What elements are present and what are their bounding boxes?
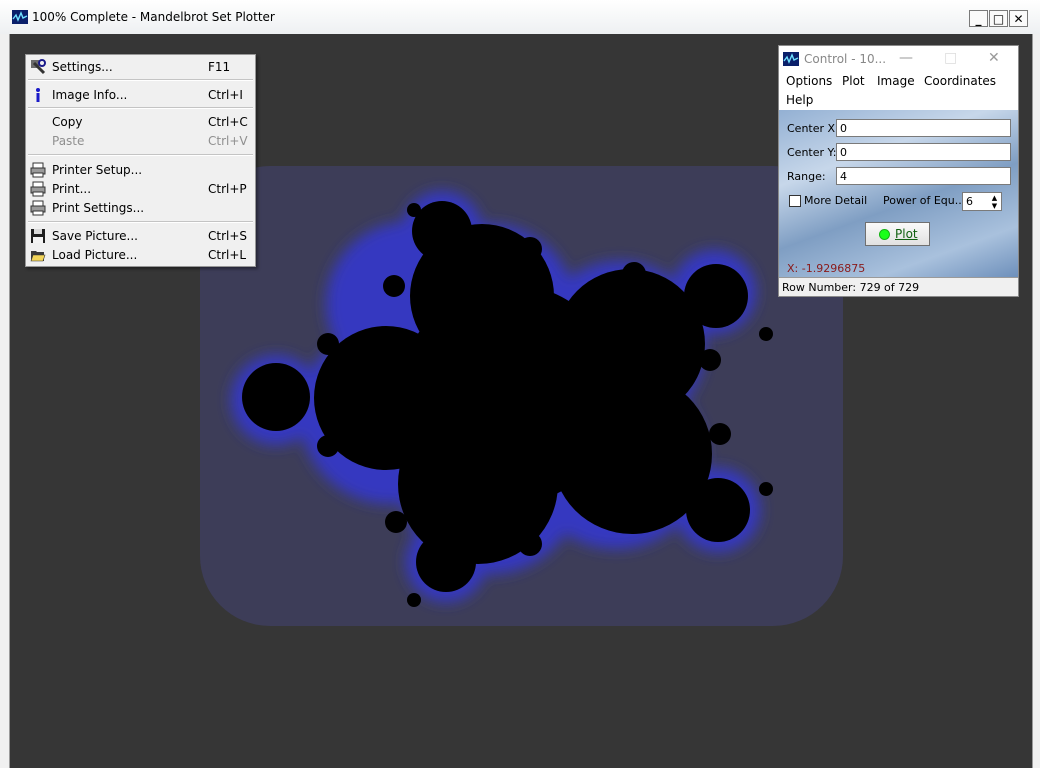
menu-item-printer-setup[interactable]: Printer Setup...: [26, 161, 255, 179]
close-button[interactable]: ✕: [1009, 10, 1028, 27]
window-frame-left: [0, 34, 9, 768]
menu-item-settings[interactable]: Settings... F11: [26, 58, 255, 76]
status-bar: Row Number: 729 of 729: [779, 277, 1018, 296]
menu-item-label: Settings...: [52, 60, 113, 74]
settings-wrench-icon: [31, 59, 46, 75]
plot-button-label: Plot: [895, 227, 918, 241]
app-icon: [12, 10, 28, 24]
more-detail-label: More Detail: [804, 194, 868, 207]
menu-item-label: Printer Setup...: [52, 163, 143, 177]
floppy-disk-icon: [31, 229, 45, 243]
menu-item-print[interactable]: Print... Ctrl+P: [26, 180, 255, 198]
main-title-bar[interactable]: 100% Complete - Mandelbrot Set Plotter _…: [0, 0, 1040, 35]
window-title: 100% Complete - Mandelbrot Set Plotter: [32, 10, 275, 24]
menu-item-copy[interactable]: Copy Ctrl+C: [26, 113, 255, 131]
context-menu: Settings... F11 Image Info... Ctrl+I Cop…: [25, 54, 256, 267]
menu-item-shortcut: Ctrl+V: [208, 134, 248, 148]
control-window-title: Control - 10...: [804, 52, 887, 66]
menu-item-label: Save Picture...: [52, 229, 138, 243]
menu-item-paste: Paste Ctrl+V: [26, 132, 255, 150]
menu-item-shortcut: Ctrl+L: [208, 248, 247, 262]
printer-icon: [30, 181, 46, 197]
menu-coordinates[interactable]: Coordinates: [924, 74, 996, 88]
menu-item-shortcut: Ctrl+I: [208, 88, 243, 102]
menu-separator: [28, 107, 253, 109]
center-y-input[interactable]: [836, 143, 1011, 161]
menu-separator: [28, 79, 253, 81]
menu-separator: [28, 154, 253, 156]
menu-item-save-picture[interactable]: Save Picture... Ctrl+S: [26, 227, 255, 245]
control-maximize-button: □: [944, 50, 958, 66]
range-input[interactable]: [836, 167, 1011, 185]
menu-item-shortcut: Ctrl+C: [208, 115, 248, 129]
control-app-icon: [783, 52, 799, 66]
maximize-button[interactable]: □: [989, 10, 1008, 27]
control-title-bar[interactable]: Control - 10... — □ ✕: [779, 46, 1018, 72]
control-menu-bar: Options Plot Image Coordinates Help: [779, 72, 1018, 110]
menu-item-image-info[interactable]: Image Info... Ctrl+I: [26, 86, 255, 104]
control-close-button[interactable]: ✕: [988, 50, 1000, 66]
row-number-status: Row Number: 729 of 729: [782, 281, 920, 294]
menu-options[interactable]: Options: [786, 74, 832, 88]
x-coordinate-readout: X: -1.9296875: [787, 262, 866, 275]
more-detail-checkbox[interactable]: [789, 195, 801, 207]
menu-plot[interactable]: Plot: [842, 74, 865, 88]
spinner-down-icon[interactable]: ▼: [989, 202, 1000, 210]
menu-item-label: Print Settings...: [52, 201, 145, 215]
minimize-icon: _: [975, 11, 982, 26]
menu-item-label: Paste: [52, 134, 85, 148]
menu-item-label: Image Info...: [52, 88, 128, 102]
close-icon: ✕: [1013, 11, 1024, 26]
power-spinner[interactable]: 6 ▲ ▼: [962, 192, 1002, 211]
printer-setup-icon: [30, 162, 46, 178]
menu-item-label: Copy: [52, 115, 83, 129]
control-panel: Center X: Center Y: Range: More Detail P…: [779, 110, 1018, 277]
center-x-label: Center X:: [787, 122, 839, 135]
plot-button[interactable]: Plot: [865, 222, 930, 246]
menu-item-shortcut: Ctrl+S: [208, 229, 248, 243]
maximize-icon: □: [992, 11, 1005, 26]
menu-item-shortcut: F11: [208, 60, 231, 74]
print-settings-icon: [30, 200, 46, 216]
center-x-input[interactable]: [836, 119, 1011, 137]
info-icon: [36, 88, 40, 102]
open-folder-icon: [30, 251, 46, 262]
menu-item-load-picture[interactable]: Load Picture... Ctrl+L: [26, 246, 255, 264]
menu-item-label: Print...: [52, 182, 92, 196]
plot-go-icon: [879, 229, 890, 240]
menu-item-shortcut: Ctrl+P: [208, 182, 247, 196]
control-window: Control - 10... — □ ✕ Options Plot Image…: [778, 45, 1019, 297]
power-value: 6: [966, 195, 973, 208]
center-y-label: Center Y:: [787, 146, 837, 159]
menu-help[interactable]: Help: [786, 93, 813, 107]
menu-item-print-settings[interactable]: Print Settings...: [26, 199, 255, 217]
control-minimize-button[interactable]: —: [899, 50, 913, 66]
range-label: Range:: [787, 170, 826, 183]
spinner-up-icon[interactable]: ▲: [989, 194, 1000, 202]
menu-image[interactable]: Image: [877, 74, 915, 88]
menu-separator: [28, 221, 253, 223]
menu-item-label: Load Picture...: [52, 248, 138, 262]
power-label: Power of Equ...: [883, 194, 966, 207]
minimize-button[interactable]: _: [969, 10, 988, 27]
